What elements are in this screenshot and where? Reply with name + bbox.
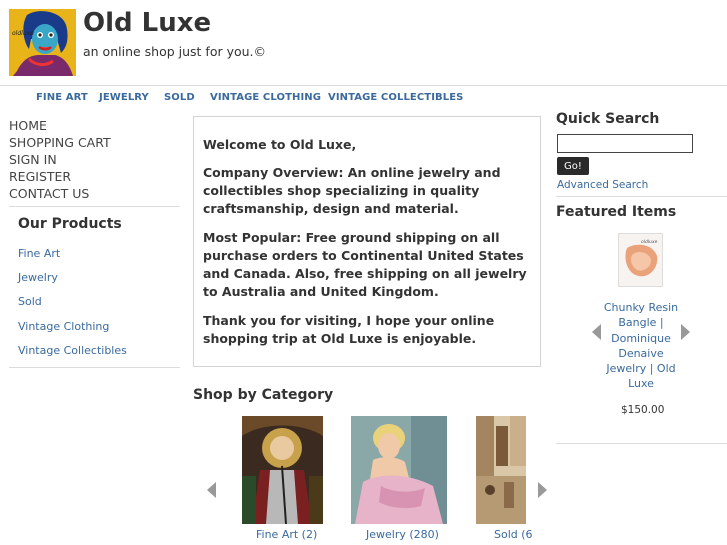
quick-search-input[interactable] — [557, 134, 693, 153]
menu-contact-us[interactable]: CONTACT US — [9, 186, 89, 201]
header-divider — [0, 85, 727, 86]
welcome-greeting: Welcome to Old Luxe, — [203, 137, 357, 152]
category-caption-jewelry[interactable]: Jewelry (280) — [366, 528, 439, 541]
market-street-scene — [476, 416, 526, 524]
category-jewelry[interactable]: Jewelry — [18, 271, 58, 284]
shop-by-category-heading: Shop by Category — [193, 387, 334, 403]
products-heading: Our Products — [18, 216, 122, 232]
category-vintage-clothing[interactable]: Vintage Clothing — [18, 320, 109, 333]
nav-fine-art[interactable]: FINE ART — [36, 92, 88, 103]
nav-vintage-collectibles[interactable]: VINTAGE COLLECTIBLES — [328, 92, 463, 103]
category-caption-sold[interactable]: Sold (6 — [494, 528, 533, 541]
featured-item-name[interactable]: Chunky Resin Bangle | Dominique Denaive … — [602, 300, 680, 392]
chevron-right-icon[interactable] — [538, 482, 547, 498]
quick-search-heading: Quick Search — [556, 111, 660, 127]
right-divider — [556, 196, 727, 197]
featured-items-heading: Featured Items — [556, 204, 677, 220]
site-title[interactable]: Old Luxe — [83, 8, 211, 38]
chevron-left-icon[interactable] — [207, 482, 216, 498]
featured-next-icon[interactable] — [681, 324, 690, 340]
thank-you-text: Thank you for visiting, I hope your onli… — [203, 313, 495, 346]
category-thumb-sold[interactable] — [476, 416, 526, 524]
left-divider — [9, 206, 180, 207]
nav-jewelry[interactable]: JEWELRY — [99, 92, 149, 103]
most-popular-text: Most Popular: Free ground shipping on al… — [203, 230, 527, 299]
site-logo[interactable]: oldluxe — [9, 9, 76, 76]
menu-sign-in[interactable]: SIGN IN — [9, 152, 57, 167]
nav-sold[interactable]: SOLD — [164, 92, 195, 103]
category-thumb-jewelry[interactable] — [351, 416, 447, 524]
svg-text:oldluxe: oldluxe — [12, 30, 34, 37]
go-button[interactable]: Go! — [557, 157, 589, 175]
category-vintage-collectibles[interactable]: Vintage Collectibles — [18, 344, 127, 357]
company-overview: Company Overview: An online jewelry and … — [203, 165, 501, 216]
featured-item-price: $150.00 — [621, 404, 665, 416]
featured-item-image[interactable]: oldluxe — [618, 233, 663, 287]
menu-home[interactable]: HOME — [9, 118, 47, 133]
category-caption-fine-art[interactable]: Fine Art (2) — [256, 528, 317, 541]
pop-art-woman-portrait-icon: oldluxe — [9, 9, 76, 76]
nav-vintage-clothing[interactable]: VINTAGE CLOTHING — [210, 92, 321, 103]
vintage-woman-pink-dress-portrait — [351, 416, 447, 524]
menu-register[interactable]: REGISTER — [9, 169, 71, 184]
svg-text:oldluxe: oldluxe — [641, 239, 658, 245]
orange-resin-bangle-photo: oldluxe — [619, 234, 662, 286]
advanced-search-link[interactable]: Advanced Search — [557, 179, 648, 191]
site-tagline: an online shop just for you.© — [83, 44, 267, 59]
left-bottom-divider — [9, 367, 180, 368]
menu-shopping-cart[interactable]: SHOPPING CART — [9, 135, 111, 150]
featured-prev-icon[interactable] — [592, 324, 601, 340]
right-bottom-divider — [556, 443, 727, 444]
category-sold[interactable]: Sold — [18, 295, 42, 308]
category-fine-art[interactable]: Fine Art — [18, 247, 60, 260]
category-thumb-fine-art[interactable] — [242, 416, 323, 524]
stained-glass-saint-painting — [242, 416, 323, 524]
